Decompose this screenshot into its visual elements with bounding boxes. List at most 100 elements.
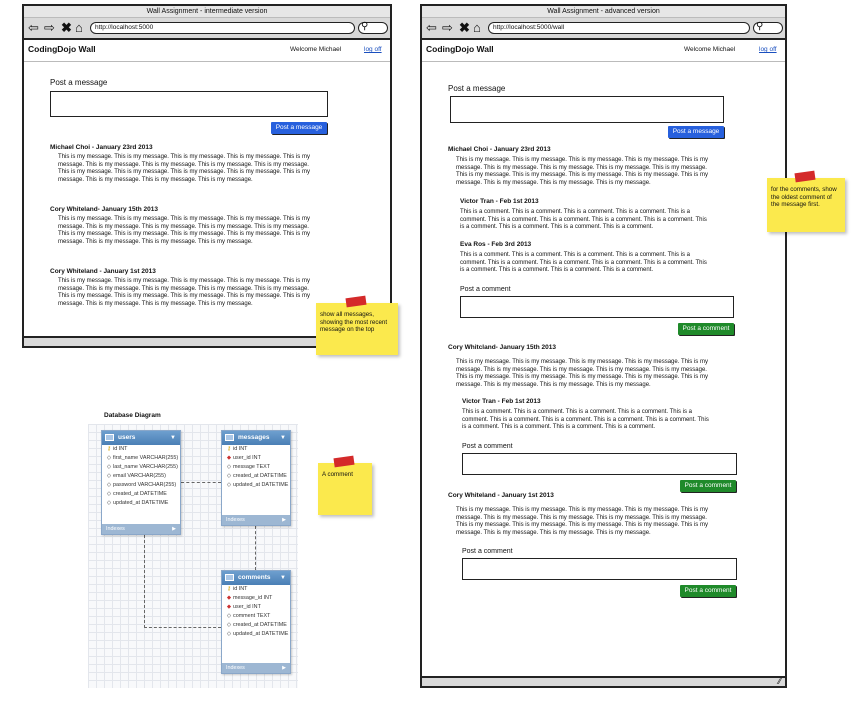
home-icon[interactable]: ⌂ [75,21,83,35]
message-author: Cory Whiteland - January 1st 2013 [50,268,156,275]
comment-textarea[interactable] [462,558,737,580]
sticky-tape [794,170,816,183]
message-author: Cory Whitcland- January 15th 2013 [448,344,557,351]
logoff-link[interactable]: log off [759,46,777,53]
table-header: messages ▼ [222,431,290,445]
welcome-text: Welcome Michael [684,46,736,53]
sticky-note-left: show all messages, showing the most rece… [316,295,398,355]
back-icon[interactable]: ⇦ [426,21,437,35]
sticky-note-text: for the comments, show the oldest commen… [771,186,837,208]
forward-icon[interactable]: ⇨ [44,21,55,35]
column-row: ◇ comment TEXT [226,613,271,619]
table-icon [225,574,234,581]
chevron-down-icon: ▼ [170,435,176,441]
post-comment-button[interactable]: Post a comment [680,480,736,492]
message-body: This is my message. This is my message. … [456,507,708,536]
column-row: ◆ message_id INT [226,595,273,601]
post-message-button[interactable]: Post a message [271,122,327,134]
table-icon [105,434,114,441]
search-box[interactable]: ⚲ [753,21,783,34]
comments-table[interactable]: comments ▼ ⚷ id INT ◆ message_id INT ◆ user_… [221,570,291,674]
message-author: Michael Choi - January 23rd 2013 [50,144,153,151]
site-brand: CodingDojo Wall [28,44,96,54]
welcome-text: Welcome Michael [290,46,342,53]
users-table[interactable]: users ▼ ⚷ id INT ◇ first_name VARCHAR(255) … [101,430,181,535]
table-icon [225,434,234,441]
sticky-note-text: show all messages, showing the most rece… [320,311,388,333]
column-row: ⚷ id INT [107,446,128,452]
comment-body: This is a comment. This is a comment. Th… [460,252,707,274]
table-footer: Indexes ▶ [222,663,290,673]
column-row: ◇ last_name VARCHAR(255) [106,464,178,470]
message-textarea[interactable] [50,91,328,117]
message-body: This is my message. This is my message. … [456,359,708,388]
comment-textarea[interactable] [460,296,734,318]
column-row: ◆ user_id INT [226,455,261,461]
column-row: ⚷ id INT [227,446,248,452]
column-row: ◇ message TEXT [226,464,271,470]
resize-handle-icon[interactable]: ⁄⁄ [778,677,781,686]
post-message-label: Post a message [448,84,506,93]
forward-icon[interactable]: ⇨ [442,21,453,35]
search-icon: ⚲ [361,21,369,32]
post-comment-button[interactable]: Post a comment [678,323,734,335]
table-footer: Indexes ▶ [222,515,290,525]
url-bar[interactable]: http://localhost:5000 [90,22,355,34]
comment-body: This is a comment. This is a comment. Th… [462,409,709,431]
column-row: ◇ updated_at DATETIME [226,482,289,488]
sticky-note-right: for the comments, show the oldest commen… [767,170,845,232]
browser-toolbar: ⇦ ⇨ ✖ ⌂ http://localhost:5000/wall ⚲ [422,18,785,40]
message-author: Michael Choi - January 23rd 2013 [448,146,551,153]
message-textarea[interactable] [450,96,724,123]
table-footer: Indexes ▶ [102,524,180,534]
message-body: This is my message. This is my message. … [58,154,310,183]
post-comment-button[interactable]: Post a comment [680,585,736,597]
messages-table[interactable]: messages ▼ ⚷ id INT ◆ user_id INT ◇ message … [221,430,291,526]
column-row: ◇ created_at DATETIME [226,473,287,479]
back-icon[interactable]: ⇦ [28,21,39,35]
logoff-link[interactable]: log off [364,46,382,53]
chevron-down-icon: ▼ [280,435,286,441]
sticky-note-text: A comment [322,471,353,478]
sticky-tape [333,455,355,468]
sticky-note-diagram: A comment [318,455,372,515]
table-header: comments ▼ [222,571,290,585]
sticky-tape [345,295,367,308]
column-row: ◇ email VARCHAR(255) [106,473,166,479]
home-icon[interactable]: ⌂ [473,21,481,35]
search-box[interactable]: ⚲ [358,21,388,34]
window-title: Wall Assignment - advanced version [422,6,785,18]
post-message-button[interactable]: Post a message [668,126,724,138]
column-row: ◇ updated_at DATETIME [106,500,169,506]
page-header: CodingDojo Wall Welcome Michael log off [24,40,390,62]
relation-line [144,627,221,628]
column-row: ◇ created_at DATETIME [106,491,167,497]
relation-line [255,526,256,570]
right-browser-window: Wall Assignment - advanced version ⇦ ⇨ ✖… [420,4,787,688]
url-bar[interactable]: http://localhost:5000/wall [488,22,750,34]
browser-toolbar: ⇦ ⇨ ✖ ⌂ http://localhost:5000 ⚲ [24,18,390,40]
message-author: Cory Whiteland - January 1st 2013 [448,492,554,499]
relation-line [181,482,221,483]
left-browser-window: Wall Assignment - intermediate version ⇦… [22,4,392,348]
post-comment-label: Post a comment [460,286,511,293]
post-message-label: Post a message [50,78,108,87]
stop-icon[interactable]: ✖ [61,21,72,35]
column-row: ◇ password VARCHAR(255) [106,482,177,488]
post-comment-label: Post a comment [462,548,513,555]
comment-author: Victor Tran - Feb 1st 2013 [462,398,541,405]
relation-line [144,535,145,628]
page-header: CodingDojo Wall Welcome Michael log off [422,40,785,62]
message-body: This is my message. This is my message. … [58,278,310,307]
column-row: ◇ updated_at DATETIME [226,631,289,637]
comment-textarea[interactable] [462,453,737,475]
comment-author: Eva Ros - Feb 3rd 2013 [460,241,532,248]
column-row: ◇ created_at DATETIME [226,622,287,628]
column-row: ◆ user_id INT [226,604,261,610]
search-icon: ⚲ [756,21,764,32]
message-body: This is my message. This is my message. … [456,157,708,186]
comment-body: This is a comment. This is a comment. Th… [460,209,707,231]
comment-author: Victor Tran - Feb 1st 2013 [460,198,539,205]
stop-icon[interactable]: ✖ [459,21,470,35]
message-body: This is my message. This is my message. … [58,216,310,245]
